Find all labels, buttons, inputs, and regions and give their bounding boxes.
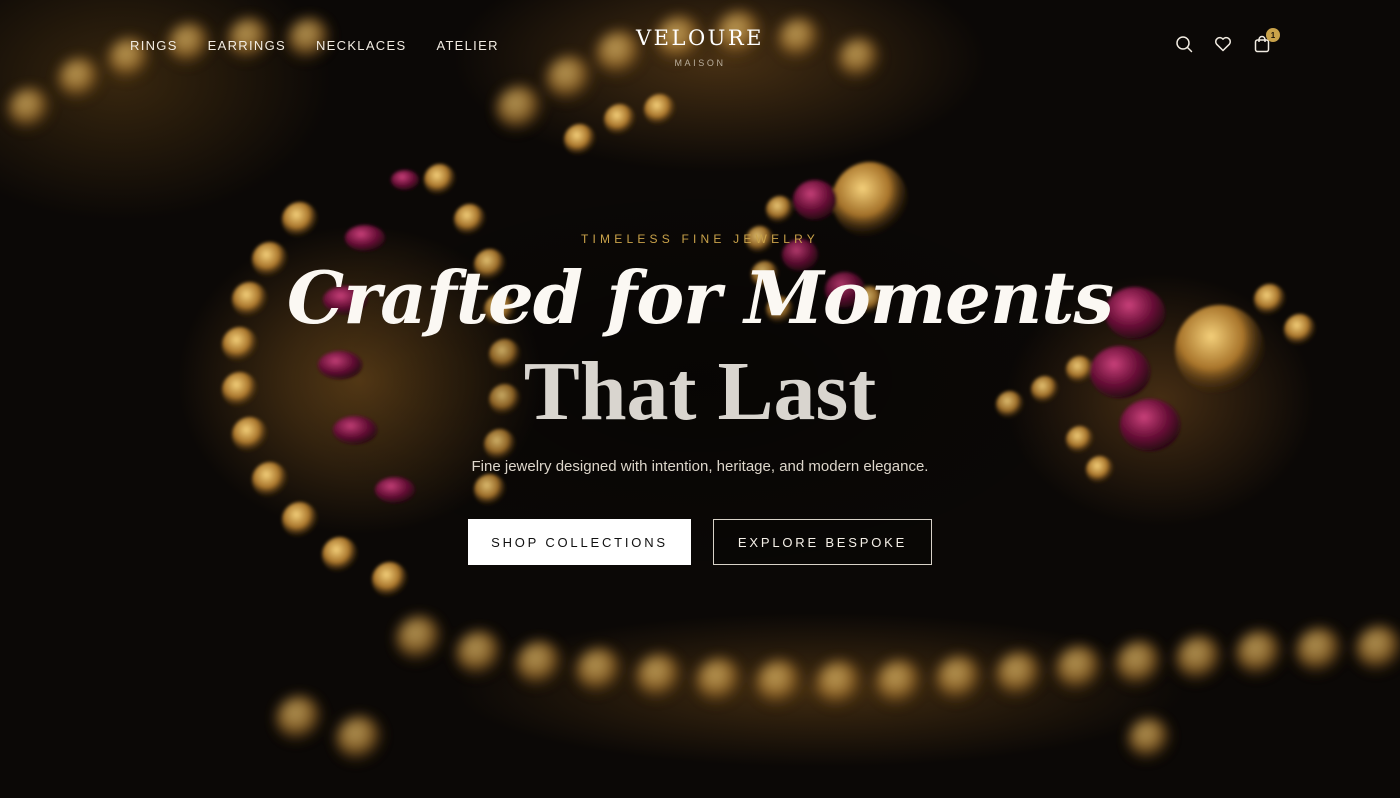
search-icon[interactable]	[1174, 34, 1194, 54]
shop-collections-button[interactable]: SHOP COLLECTIONS	[468, 519, 691, 565]
heart-icon[interactable]	[1213, 34, 1233, 54]
explore-bespoke-button[interactable]: EXPLORE BESPOKE	[713, 519, 932, 565]
hero-eyebrow: TIMELESS FINE JEWELRY	[580, 232, 819, 246]
shopping-bag-icon[interactable]: 1	[1252, 28, 1280, 54]
hero-headline-serif: That Last	[523, 345, 877, 438]
hero-headline-script: Crafted for Moments	[286, 255, 1114, 340]
brand-subtitle: MAISON	[674, 58, 726, 68]
hero-subheading: Fine jewelry designed with intention, he…	[471, 458, 929, 475]
header-actions: 1	[1174, 28, 1280, 54]
cart-count-badge: 1	[1266, 28, 1280, 42]
